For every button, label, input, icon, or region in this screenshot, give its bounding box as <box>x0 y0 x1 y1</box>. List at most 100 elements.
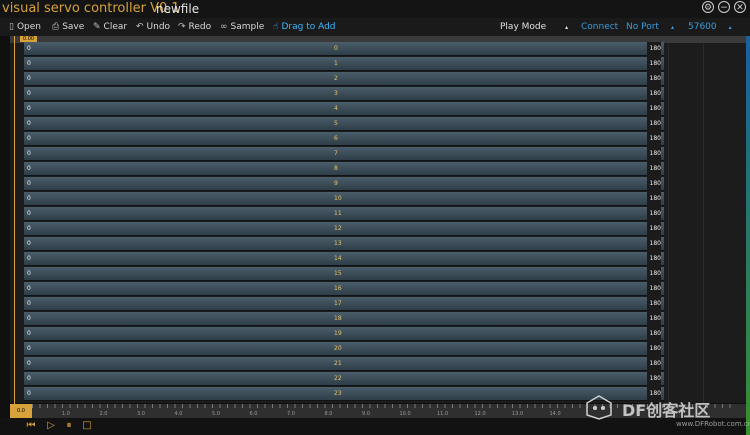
servo-track[interactable]: 0 21 180 <box>24 357 664 371</box>
servo-track[interactable]: 0 4 180 <box>24 102 664 116</box>
servo-track[interactable]: 0 2 180 <box>24 72 664 86</box>
servo-track[interactable]: 0 20 180 <box>24 342 664 356</box>
servo-track[interactable]: 0 5 180 <box>24 117 664 131</box>
track-min-value: 0 <box>27 390 31 397</box>
track-servo-id: 20 <box>334 345 342 352</box>
track-max-value: 180 <box>647 72 661 86</box>
servo-track[interactable]: 0 16 180 <box>24 282 664 296</box>
open-button[interactable]: ▯ Open <box>9 18 41 36</box>
track-min-value: 0 <box>27 75 31 82</box>
track-servo-id: 14 <box>334 255 342 262</box>
watermark-text: DF创客社区 <box>622 401 711 420</box>
track-min-value: 0 <box>27 255 31 262</box>
ruler-tick-label: 5.0 <box>212 411 220 417</box>
ruler-tick-label: 6.0 <box>249 411 258 417</box>
track-max-value: 180 <box>647 192 661 206</box>
track-max-value: 180 <box>647 297 661 311</box>
playhead[interactable] <box>14 36 15 406</box>
servo-track[interactable]: 0 6 180 <box>24 132 664 146</box>
servo-track[interactable]: 0 11 180 <box>24 207 664 221</box>
save-icon: ⎙ <box>52 22 60 32</box>
baud-select[interactable]: 57600 ▴ <box>688 18 732 36</box>
track-max-value: 180 <box>647 372 661 386</box>
play-button[interactable]: ▷ <box>44 419 58 433</box>
track-max-value: 180 <box>647 57 661 71</box>
track-min-value: 0 <box>27 60 31 67</box>
servo-track[interactable]: 0 15 180 <box>24 267 664 281</box>
track-servo-id: 13 <box>334 240 342 247</box>
close-button[interactable]: ✕ <box>734 1 746 13</box>
track-max-value: 180 <box>647 102 661 116</box>
desktop-background <box>746 36 750 435</box>
watermark-url: www.DFRobot.com.cn <box>676 420 750 428</box>
skip-back-button[interactable]: ⏮ <box>24 419 38 433</box>
redo-button[interactable]: ↷ Redo <box>178 18 211 36</box>
clear-button[interactable]: ✎ Clear <box>93 18 127 36</box>
track-min-value: 0 <box>27 180 31 187</box>
file-icon: ▯ <box>9 22 14 32</box>
connect-button[interactable]: Connect <box>581 18 618 36</box>
grid-line <box>703 43 704 403</box>
ruler-tick-label: 1.0 <box>62 411 70 417</box>
drag-to-add-button[interactable]: ☝ Drag to Add <box>273 18 336 36</box>
minimize-button[interactable]: − <box>718 1 730 13</box>
track-max-value: 180 <box>647 177 661 191</box>
save-label: Save <box>62 22 85 32</box>
undo-button[interactable]: ↶ Undo <box>136 18 170 36</box>
servo-track[interactable]: 0 23 180 <box>24 387 664 401</box>
app-title: visual servo controller V0.1 <box>2 1 180 16</box>
servo-track[interactable]: 0 0 180 <box>24 42 664 56</box>
minimize-icon: − <box>720 3 728 13</box>
servo-track[interactable]: 0 22 180 <box>24 372 664 386</box>
track-max-value: 180 <box>647 117 661 131</box>
track-max-value: 180 <box>647 342 661 356</box>
toolbar: ▯ Open ⎙ Save ✎ Clear ↶ Undo ↷ Redo ∞ Sample ☝… <box>0 18 750 36</box>
track-min-value: 0 <box>27 225 31 232</box>
track-servo-id: 16 <box>334 285 342 292</box>
clear-label: Clear <box>103 22 128 32</box>
track-max-value: 180 <box>647 207 661 221</box>
dropdown-icon: ▴ <box>728 24 732 31</box>
ruler-tick-label: 9.0 <box>362 411 370 417</box>
servo-track[interactable]: 0 10 180 <box>24 192 664 206</box>
pause-icon: ⏸ <box>66 420 72 431</box>
ruler-tick-label: 3.0 <box>137 411 145 417</box>
track-min-value: 0 <box>27 345 31 352</box>
sample-button[interactable]: ∞ Sample <box>220 18 264 36</box>
track-min-value: 0 <box>27 150 31 157</box>
track-max-value: 180 <box>647 327 661 341</box>
servo-track[interactable]: 0 17 180 <box>24 297 664 311</box>
servo-track[interactable]: 0 14 180 <box>24 252 664 266</box>
servo-track[interactable]: 0 3 180 <box>24 87 664 101</box>
servo-track[interactable]: 0 12 180 <box>24 222 664 236</box>
close-icon: ✕ <box>736 3 744 13</box>
servo-track[interactable]: 0 7 180 <box>24 147 664 161</box>
track-min-value: 0 <box>27 210 31 217</box>
save-button[interactable]: ⎙ Save <box>52 18 84 36</box>
track-servo-id: 4 <box>334 105 338 112</box>
track-max-value: 180 <box>647 357 661 371</box>
stop-button[interactable]: □ <box>80 419 94 433</box>
track-max-value: 180 <box>647 237 661 251</box>
settings-button[interactable]: ⚙ <box>702 1 714 13</box>
servo-track[interactable]: 0 13 180 <box>24 237 664 251</box>
dfrobot-logo-icon <box>586 395 612 420</box>
title-bar: visual servo controller V0.1 newfile ⚙ −… <box>0 0 750 18</box>
servo-track[interactable]: 0 18 180 <box>24 312 664 326</box>
baud-label: 57600 <box>688 22 717 32</box>
track-min-value: 0 <box>27 195 31 202</box>
play-mode-select[interactable]: Play Mode ▴ <box>500 18 568 36</box>
servo-track[interactable]: 0 1 180 <box>24 57 664 71</box>
pause-button[interactable]: ⏸ <box>62 419 76 433</box>
track-min-value: 0 <box>27 315 31 322</box>
servo-timeline[interactable]: 0 0 180 0 1 180 0 2 180 0 3 180 0 4 180 0 5 180 0 6 180 0 7 180… <box>10 42 746 403</box>
servo-track[interactable]: 0 8 180 <box>24 162 664 176</box>
servo-track[interactable]: 0 19 180 <box>24 327 664 341</box>
track-servo-id: 10 <box>334 195 342 202</box>
ruler-tick-label: 12.0 <box>474 411 486 417</box>
servo-track[interactable]: 0 9 180 <box>24 177 664 191</box>
ruler-tick-label: 10.0 <box>399 411 411 417</box>
ruler-tick-label: 14.0 <box>549 411 561 417</box>
port-select[interactable]: No Port ▴ <box>626 18 674 36</box>
redo-label: Redo <box>188 22 212 32</box>
